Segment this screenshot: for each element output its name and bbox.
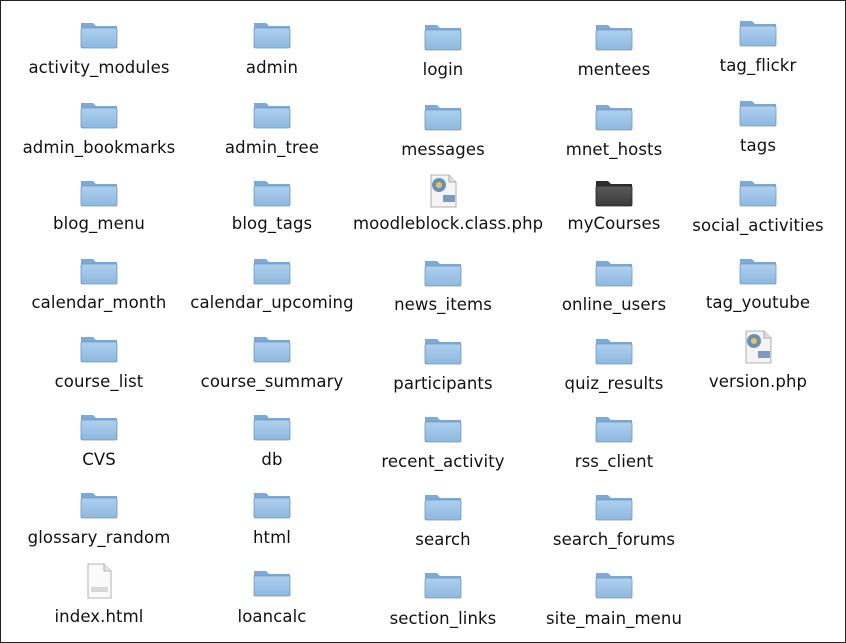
html-file-icon[interactable] <box>77 563 121 599</box>
file-label: glossary_random <box>27 528 171 547</box>
folder-icon[interactable] <box>421 565 465 601</box>
folder-icon[interactable] <box>77 15 121 51</box>
file-label: blog_menu <box>53 214 145 233</box>
folder-icon[interactable] <box>250 563 294 599</box>
folder-icon[interactable] <box>592 487 636 523</box>
file-label: tag_youtube <box>705 293 811 312</box>
folder-icon[interactable] <box>250 95 294 131</box>
file-label: course_summary <box>200 372 344 391</box>
file-label: db <box>261 450 283 469</box>
folder-icon[interactable] <box>250 329 294 365</box>
file-label: blog_tags <box>231 214 313 233</box>
file-label: news_items <box>394 295 492 314</box>
folder-icon[interactable] <box>592 331 636 367</box>
folder-icon[interactable] <box>77 407 121 443</box>
folder-icon[interactable] <box>250 407 294 443</box>
file-label: tag_flickr <box>719 56 797 75</box>
folder-icon[interactable] <box>250 173 294 209</box>
file-label: index.html <box>54 607 144 626</box>
folder-icon[interactable] <box>421 487 465 523</box>
folder-icon[interactable] <box>77 485 121 521</box>
folder-icon[interactable] <box>592 97 636 133</box>
folder-icon[interactable] <box>77 95 121 131</box>
folder-icon[interactable] <box>77 329 121 365</box>
folder-icon[interactable] <box>736 173 780 209</box>
folder-icon[interactable] <box>592 565 636 601</box>
folder-icon[interactable] <box>250 251 294 287</box>
php-file-icon[interactable] <box>421 173 465 209</box>
folder-icon[interactable] <box>736 251 780 287</box>
folder-icon[interactable] <box>592 409 636 445</box>
folder-icon[interactable] <box>77 251 121 287</box>
file-label: social_activities <box>692 216 824 235</box>
folder-icon[interactable] <box>77 173 121 209</box>
file-label: course_list <box>54 372 144 391</box>
file-label: recent_activity <box>381 452 505 471</box>
file-label: version.php <box>708 372 808 391</box>
folder-icon[interactable] <box>421 331 465 367</box>
file-label: participants <box>393 374 493 393</box>
php-file-icon[interactable] <box>736 329 780 365</box>
folder-icon[interactable] <box>736 13 780 49</box>
file-label: admin_bookmarks <box>22 138 176 157</box>
file-label: activity_modules <box>28 58 170 77</box>
file-label: calendar_upcoming <box>190 293 354 312</box>
file-label: search_forums <box>552 530 676 549</box>
file-label: site_main_menu <box>545 609 683 628</box>
file-label: moodleblock.class.php <box>353 214 544 233</box>
file-label: search <box>415 530 471 549</box>
folder-icon[interactable] <box>250 15 294 51</box>
folder-icon[interactable] <box>421 97 465 133</box>
file-label: tags <box>739 136 777 155</box>
folder-icon[interactable] <box>592 253 636 289</box>
file-label: loancalc <box>237 607 307 626</box>
dark-folder-icon[interactable] <box>592 173 636 209</box>
file-label: rss_client <box>574 452 654 471</box>
folder-icon[interactable] <box>421 409 465 445</box>
folder-icon[interactable] <box>592 17 636 53</box>
file-label: calendar_month <box>31 293 167 312</box>
folder-icon[interactable] <box>736 93 780 129</box>
file-label: admin_tree <box>224 138 320 157</box>
folder-icon[interactable] <box>421 253 465 289</box>
finder-icon-view: activity_modules admin_bookmarks blog_me… <box>0 0 846 643</box>
file-label: CVS <box>82 450 116 469</box>
file-label: admin <box>245 58 299 77</box>
file-label: html <box>253 528 291 547</box>
file-label: messages <box>401 140 485 159</box>
folder-icon[interactable] <box>421 17 465 53</box>
file-label: section_links <box>389 609 497 628</box>
file-label: login <box>422 60 464 79</box>
folder-icon[interactable] <box>250 485 294 521</box>
